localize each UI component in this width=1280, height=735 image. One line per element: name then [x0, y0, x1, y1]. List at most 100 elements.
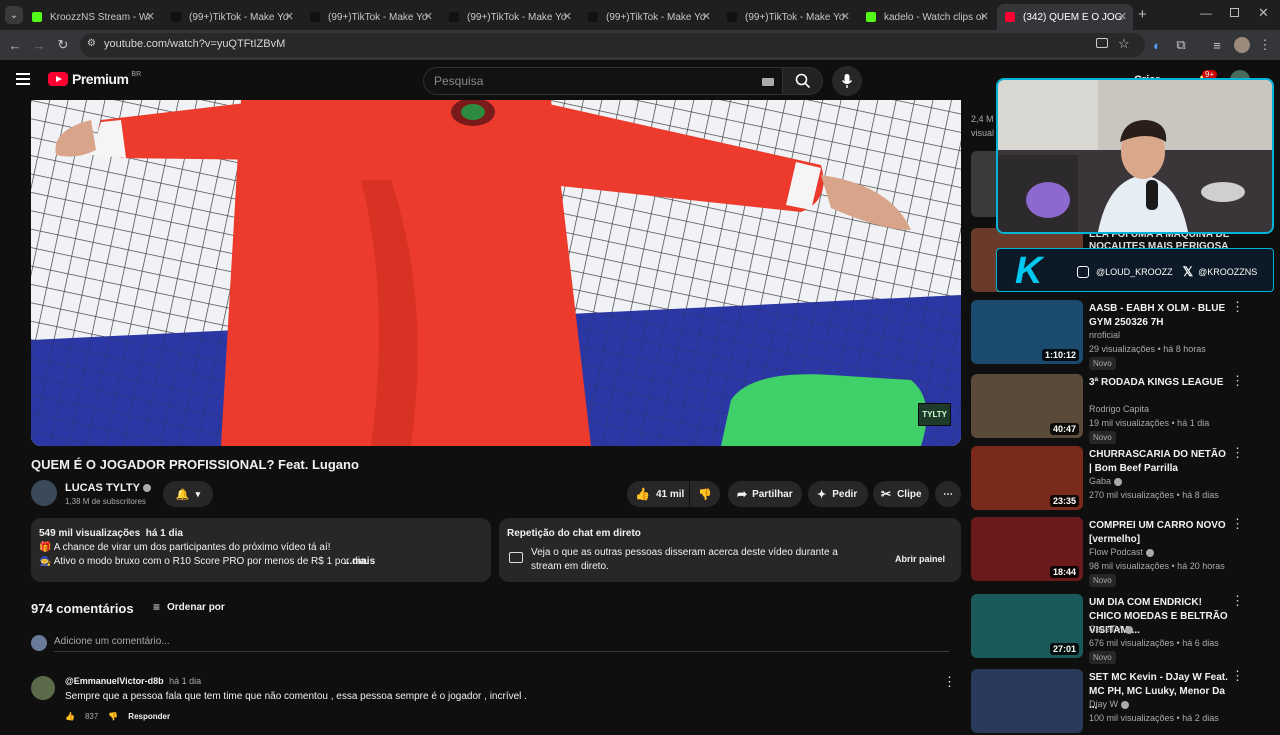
add-comment-input[interactable]: Adicione um comentário...	[54, 636, 949, 652]
chat-replay-box: Repetição do chat em direto Veja o que a…	[499, 518, 961, 582]
clip-label: Clipe	[897, 488, 922, 500]
comment-options-icon[interactable]: ⋮	[943, 674, 956, 690]
subscribed-button[interactable]: 🔔 ▾	[163, 481, 213, 507]
video-title[interactable]: AASB - EABH X OLM - BLUE GYM 250326 7H	[1089, 302, 1229, 330]
keyboard-icon[interactable]	[762, 78, 774, 86]
search-button[interactable]	[783, 67, 823, 95]
close-window-icon[interactable]: ✕	[1258, 5, 1269, 21]
profile-avatar[interactable]	[1234, 37, 1250, 53]
verified-icon	[1114, 477, 1123, 486]
more-actions-button[interactable]: ⋯	[935, 481, 961, 507]
description-box[interactable]: 549 mil visualizações há 1 dia 🎁 A chanc…	[31, 518, 491, 582]
clip-button[interactable]: ✂ Clipe	[873, 481, 929, 507]
comment-author[interactable]: @EmmanuelVictor-d8b	[65, 676, 164, 686]
video-options-icon[interactable]: ⋮	[1231, 669, 1244, 682]
browser-tab[interactable]: (342) QUEM É O JOGADO✕	[997, 4, 1133, 30]
video-channel[interactable]: Rodrigo Capita	[1089, 404, 1149, 414]
video-channel[interactable]: Flow Podcast	[1089, 547, 1155, 557]
recommended-video[interactable]: 40:47 3ª RODADA KINGS LEAGUE Rodrigo Capit…	[971, 374, 1271, 444]
install-app-icon[interactable]	[1096, 38, 1108, 48]
tab-close-icon[interactable]: ✕	[1118, 10, 1127, 23]
back-icon[interactable]: ←	[6, 36, 24, 54]
recommended-video[interactable]: 27:01 UM DIA COM ENDRICK! CHICO MOEDAS E …	[971, 594, 1271, 664]
video-meta: 19 mil visualizações • há 1 dia	[1089, 418, 1210, 428]
browser-tab[interactable]: kadelo - Watch clips on K✕	[858, 4, 995, 30]
ask-button[interactable]: ✦ Pedir	[808, 481, 868, 507]
extensions-puzzle-icon[interactable]: ⧉	[1172, 36, 1190, 54]
video-player[interactable]: TYLTY	[31, 100, 961, 446]
address-bar[interactable]: ⚙ youtube.com/watch?v=yuQTFtIZBvM ☆	[80, 33, 1145, 57]
tab-close-icon[interactable]: ✕	[980, 10, 989, 23]
video-duration: 18:44	[1049, 566, 1079, 578]
extension-icon[interactable]: ◐	[1148, 36, 1166, 54]
video-channel[interactable]: Gaba	[1089, 476, 1123, 486]
new-tab-icon[interactable]: +	[1138, 6, 1147, 23]
video-thumbnail[interactable]: 1:10:12	[971, 300, 1083, 364]
tab-close-icon[interactable]: ✕	[702, 10, 711, 23]
tab-close-icon[interactable]: ✕	[285, 10, 294, 23]
like-button[interactable]: 👍 41 mil	[627, 481, 689, 507]
recommended-video[interactable]: SET MC Kevin - DJay W Feat. MC PH, MC Lu…	[971, 669, 1271, 735]
url-text[interactable]: youtube.com/watch?v=yuQTFtIZBvM	[104, 38, 285, 50]
video-thumbnail[interactable]: 23:35	[971, 446, 1083, 510]
forward-icon[interactable]: →	[30, 36, 48, 54]
recommended-video[interactable]: 1:10:12 AASB - EABH X OLM - BLUE GYM 2503…	[971, 300, 1271, 370]
video-thumbnail[interactable]: 27:01	[971, 594, 1083, 658]
tab-close-icon[interactable]: ✕	[146, 10, 155, 23]
site-info-icon[interactable]: ⚙	[87, 38, 96, 49]
restore-icon[interactable]	[1230, 8, 1239, 17]
share-button[interactable]: ➦ Partilhar	[728, 481, 802, 507]
video-channel[interactable]: Djay W	[1089, 699, 1129, 709]
dislike-button[interactable]: 👎	[690, 481, 720, 507]
video-title[interactable]: 3ª RODADA KINGS LEAGUE	[1089, 376, 1229, 390]
chat-bubble-icon	[509, 552, 523, 563]
verified-icon	[1121, 700, 1129, 709]
video-thumbnail[interactable]: 18:44	[971, 517, 1083, 581]
media-controls-icon[interactable]: ≡	[1208, 36, 1226, 54]
video-thumbnail[interactable]	[971, 669, 1083, 733]
tab-title: KroozzNS Stream - Watch	[50, 11, 150, 23]
browser-tab[interactable]: KroozzNS Stream - Watch✕	[24, 4, 161, 30]
bell-icon: 🔔	[175, 488, 190, 501]
instagram-handle: @LOUD_KROOZZ	[1096, 267, 1173, 277]
video-meta: 676 mil visualizações • há 6 dias	[1089, 638, 1219, 648]
tab-favicon-icon	[866, 12, 876, 22]
video-options-icon[interactable]: ⋮	[1231, 300, 1244, 313]
youtube-logo[interactable]: Premium BR	[48, 71, 141, 87]
browser-tab[interactable]: (99+)TikTok - Make Your ✕	[719, 4, 856, 30]
video-options-icon[interactable]: ⋮	[1231, 517, 1244, 530]
bookmark-star-icon[interactable]: ☆	[1118, 36, 1130, 52]
channel-name[interactable]: LUCAS TYLTY	[65, 482, 151, 494]
video-title[interactable]: COMPREI UM CARRO NOVO [vermelho]	[1089, 519, 1229, 547]
commenter-avatar[interactable]	[31, 676, 55, 700]
video-options-icon[interactable]: ⋮	[1231, 594, 1244, 607]
video-title[interactable]: CHURRASCARIA DO NETÃO | Bom Beef Parrill…	[1089, 448, 1229, 476]
browser-tab[interactable]: (99+)TikTok - Make Your ✕	[163, 4, 300, 30]
recommended-video[interactable]: 23:35 CHURRASCARIA DO NETÃO | Bom Beef Pa…	[971, 446, 1271, 512]
search-input[interactable]: Pesquisa	[423, 67, 783, 95]
browser-tab[interactable]: (99+)TikTok - Make Your ✕	[302, 4, 439, 30]
hamburger-menu-icon[interactable]	[16, 73, 30, 85]
video-channel[interactable]: nroficial	[1089, 330, 1120, 340]
tab-close-icon[interactable]: ✕	[841, 10, 850, 23]
voice-search-button[interactable]	[832, 66, 862, 96]
reload-icon[interactable]: ↻	[54, 36, 72, 54]
video-channel[interactable]: CazéTV	[1089, 624, 1133, 634]
browser-tab[interactable]: (99+)TikTok - Make Your ✕	[441, 4, 578, 30]
browser-tab[interactable]: (99+)TikTok - Make Your ✕	[580, 4, 717, 30]
channel-avatar[interactable]	[31, 480, 57, 506]
show-more-link[interactable]: ...mais	[344, 556, 375, 567]
video-options-icon[interactable]: ⋮	[1231, 446, 1244, 459]
tab-favicon-icon	[588, 12, 598, 22]
tab-close-icon[interactable]: ✕	[424, 10, 433, 23]
video-thumbnail[interactable]: 40:47	[971, 374, 1083, 438]
minimize-icon[interactable]: —	[1200, 6, 1212, 20]
open-panel-button[interactable]: Abrir painel	[895, 554, 945, 564]
browser-menu-icon[interactable]: ⋮	[1256, 36, 1274, 54]
recommended-video[interactable]: 18:44 COMPREI UM CARRO NOVO [vermelho] Flo…	[971, 517, 1271, 587]
video-duration: 1:10:12	[1041, 349, 1079, 361]
video-options-icon[interactable]: ⋮	[1231, 374, 1244, 387]
sort-comments-button[interactable]: ≡ Ordenar por	[153, 600, 225, 614]
tab-close-icon[interactable]: ✕	[563, 10, 572, 23]
tab-search-dropdown-icon[interactable]: ⌄	[5, 6, 23, 24]
